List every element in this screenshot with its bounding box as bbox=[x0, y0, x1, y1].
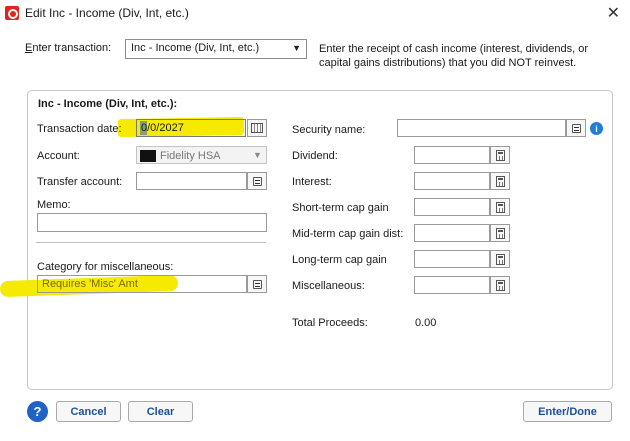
transaction-date-label: Transaction date: bbox=[37, 123, 122, 135]
transaction-description-line1: Enter the receipt of cash income (intere… bbox=[319, 43, 589, 55]
enter-transaction-label-text: nter transaction: bbox=[32, 42, 112, 54]
transfer-account-label: Transfer account: bbox=[37, 176, 123, 188]
memo-input[interactable] bbox=[37, 213, 267, 232]
transaction-date-value: 0/0/2027 bbox=[141, 122, 184, 134]
window-title: Edit Inc - Income (Div, Int, etc.) bbox=[25, 6, 189, 20]
security-lookup-button[interactable] bbox=[566, 119, 586, 137]
help-icon[interactable]: ? bbox=[27, 401, 48, 422]
miscellaneous-calculator-button[interactable] bbox=[490, 276, 510, 294]
long-term-cap-gain-input[interactable] bbox=[414, 250, 490, 268]
security-name-input[interactable] bbox=[397, 119, 566, 137]
calendar-icon bbox=[251, 123, 263, 133]
enter-done-button[interactable]: Enter/Done bbox=[523, 401, 612, 422]
account-value: Fidelity HSA bbox=[160, 150, 221, 162]
transaction-type-value: Inc - Income (Div, Int, etc.) bbox=[131, 42, 260, 54]
calculator-icon bbox=[495, 227, 505, 239]
calculator-icon bbox=[495, 149, 505, 161]
list-lookup-icon bbox=[252, 176, 262, 186]
calculator-icon bbox=[495, 201, 505, 213]
transfer-account-lookup-button[interactable] bbox=[247, 172, 267, 190]
cancel-button[interactable]: Cancel bbox=[56, 401, 121, 422]
chevron-down-icon: ▼ bbox=[253, 150, 262, 160]
mid-term-cap-gain-input[interactable] bbox=[414, 224, 490, 242]
dividend-input[interactable] bbox=[414, 146, 490, 164]
close-icon[interactable]: ✕ bbox=[607, 3, 620, 23]
dividend-label: Dividend: bbox=[292, 150, 338, 162]
dividend-calculator-button[interactable] bbox=[490, 146, 510, 164]
transfer-account-input[interactable] bbox=[136, 172, 247, 190]
redacted-block bbox=[140, 150, 156, 162]
misc-category-label: Category for miscellaneous: bbox=[37, 261, 174, 273]
long-term-cap-gain-label: Long-term cap gain bbox=[292, 254, 387, 266]
enter-transaction-label: Enter transaction: bbox=[25, 42, 112, 54]
chevron-down-icon: ▼ bbox=[292, 43, 301, 53]
calendar-button[interactable] bbox=[247, 119, 267, 137]
calculator-icon bbox=[495, 175, 505, 187]
security-name-label: Security name: bbox=[292, 124, 366, 136]
long-term-calculator-button[interactable] bbox=[490, 250, 510, 268]
list-lookup-icon bbox=[571, 123, 581, 133]
interest-calculator-button[interactable] bbox=[490, 172, 510, 190]
group-title: Inc - Income (Div, Int, etc.): bbox=[38, 98, 178, 110]
total-proceeds-value: 0.00 bbox=[415, 317, 437, 329]
quicken-logo-icon bbox=[5, 6, 19, 20]
clear-button[interactable]: Clear bbox=[128, 401, 193, 422]
transaction-description-line2: capital gains distributions) that you di… bbox=[319, 57, 577, 69]
miscellaneous-input[interactable] bbox=[414, 276, 490, 294]
calculator-icon bbox=[495, 253, 505, 265]
mid-term-calculator-button[interactable] bbox=[490, 224, 510, 242]
misc-category-placeholder: Requires 'Misc' Amt bbox=[42, 278, 138, 290]
interest-input[interactable] bbox=[414, 172, 490, 190]
transaction-description: Enter the receipt of cash income (intere… bbox=[319, 42, 619, 70]
title-bar: Edit Inc - Income (Div, Int, etc.) ✕ bbox=[0, 0, 630, 30]
short-term-calculator-button[interactable] bbox=[490, 198, 510, 216]
transaction-date-label-text: Transaction date: bbox=[37, 123, 122, 135]
miscellaneous-label: Miscellaneous: bbox=[292, 280, 365, 292]
short-term-cap-gain-input[interactable] bbox=[414, 198, 490, 216]
calculator-icon bbox=[495, 279, 505, 291]
total-proceeds-label: Total Proceeds: bbox=[292, 317, 368, 329]
mid-term-cap-gain-label: Mid-term cap gain dist: bbox=[292, 228, 404, 240]
memo-label: Memo: bbox=[37, 199, 71, 211]
transaction-type-select[interactable]: Inc - Income (Div, Int, etc.) ▼ bbox=[125, 39, 307, 59]
divider bbox=[36, 242, 266, 243]
list-lookup-icon bbox=[252, 279, 262, 289]
short-term-cap-gain-label: Short-term cap gain bbox=[292, 202, 389, 214]
misc-category-lookup-button[interactable] bbox=[247, 275, 267, 293]
info-icon[interactable]: i bbox=[590, 122, 603, 135]
account-label: Account: bbox=[37, 150, 80, 162]
interest-label: Interest: bbox=[292, 176, 332, 188]
